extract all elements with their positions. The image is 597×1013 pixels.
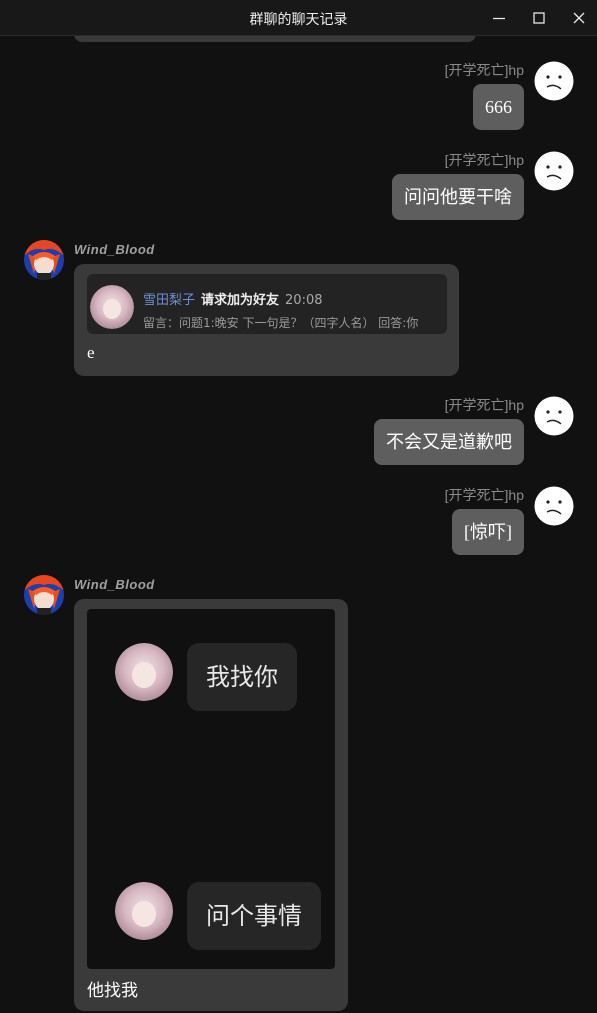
friend-request-action: 请求加为好友	[201, 293, 280, 308]
image-avatar	[115, 882, 173, 940]
friend-request-card[interactable]: 雪田梨子 请求加为好友 20:08 留言：问题1:晚安 下一句是？（四字人名） 回答…	[87, 274, 447, 334]
image-avatar	[115, 643, 173, 701]
anime-avatar-icon	[24, 240, 64, 280]
message-bubble[interactable]: 我找你 问个事情 他找我	[74, 599, 348, 1011]
girl-avatar-icon	[115, 882, 173, 940]
screenshot-image[interactable]: 我找你 问个事情	[87, 609, 335, 969]
friend-request-time: 20:08	[285, 293, 323, 308]
sender-name: [开学死亡]hp	[444, 152, 524, 168]
friend-request-name[interactable]: 雪田梨子	[143, 293, 195, 308]
maximize-button[interactable]	[529, 8, 549, 28]
message-bubble[interactable]: 666	[473, 84, 524, 130]
image-message-bubble: 问个事情	[187, 882, 321, 950]
meh-face-icon	[534, 61, 574, 101]
title-bar: 群聊的聊天记录	[0, 0, 597, 36]
message-text: e	[87, 343, 95, 362]
sender-name: [开学死亡]hp	[444, 62, 524, 78]
message-bubble[interactable]: [惊吓]	[452, 509, 524, 555]
meh-face-icon	[534, 151, 574, 191]
meh-face-icon	[534, 486, 574, 526]
message-bubble[interactable]: 雪田梨子 请求加为好友 20:08 留言：问题1:晚安 下一句是？（四字人名） 回答…	[74, 264, 459, 376]
meh-face-icon	[534, 396, 574, 436]
close-button[interactable]	[569, 8, 589, 28]
message-text: 他找我	[87, 981, 138, 1001]
girl-avatar-icon	[115, 643, 173, 701]
avatar-hp[interactable]	[534, 486, 574, 526]
avatar-wind-blood[interactable]	[24, 575, 64, 615]
minimize-button[interactable]	[489, 8, 509, 28]
previous-message-bubble	[74, 36, 476, 42]
chat-history[interactable]: [开学死亡]hp 666 [开学死亡]hp 问问他要干啥 Wind_Blood …	[0, 36, 597, 1013]
message-bubble[interactable]: 不会又是道歉吧	[374, 419, 524, 465]
friend-request-header: 雪田梨子 请求加为好友 20:08	[143, 289, 323, 308]
close-icon	[573, 12, 585, 24]
maximize-icon	[533, 12, 545, 24]
image-message-bubble: 我找你	[187, 643, 297, 711]
minimize-icon	[493, 17, 505, 20]
avatar-wind-blood[interactable]	[24, 240, 64, 280]
friend-request-note: 留言：问题1:晚安 下一句是？（四字人名） 回答:你	[143, 316, 419, 330]
anime-avatar-icon	[24, 575, 64, 615]
sender-name: Wind_Blood	[74, 242, 155, 257]
avatar-hp[interactable]	[534, 151, 574, 191]
sender-name: Wind_Blood	[74, 577, 155, 592]
message-bubble[interactable]: 问问他要干啥	[392, 174, 524, 220]
sender-name: [开学死亡]hp	[444, 487, 524, 503]
avatar-hp[interactable]	[534, 396, 574, 436]
friend-request-avatar	[90, 285, 134, 329]
girl-avatar-icon	[90, 285, 134, 329]
avatar-hp[interactable]	[534, 61, 574, 101]
sender-name: [开学死亡]hp	[444, 397, 524, 413]
